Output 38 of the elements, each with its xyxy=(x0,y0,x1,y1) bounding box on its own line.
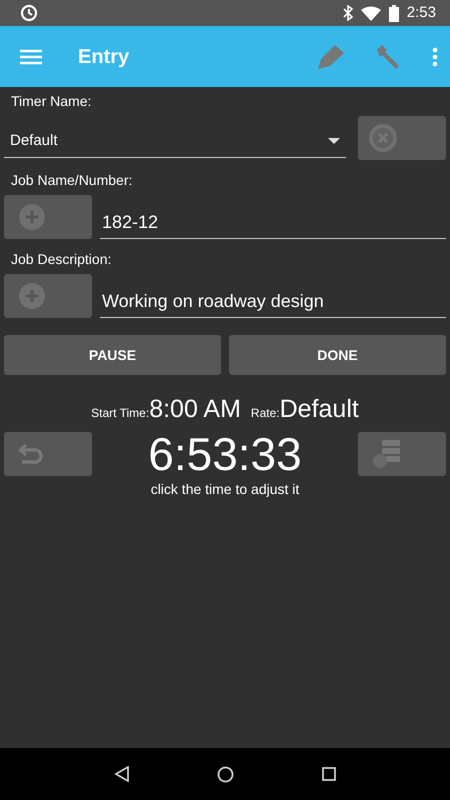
dropdown-arrow-icon xyxy=(328,138,340,144)
job-description-field[interactable]: Working on roadway design xyxy=(100,286,446,318)
undo-button[interactable] xyxy=(4,432,92,476)
job-name-field[interactable]: 182-12 xyxy=(100,207,446,239)
undo-icon xyxy=(18,442,44,465)
add-button[interactable] xyxy=(4,274,92,318)
wifi-icon xyxy=(360,6,381,20)
timer-name-dropdown[interactable]: Default xyxy=(4,124,346,158)
list-button[interactable] xyxy=(358,432,446,476)
field-label: Job Name/Number: xyxy=(10,171,134,190)
start-time-value[interactable]: 8:00 AM xyxy=(149,391,241,428)
rate-label: Rate: xyxy=(250,405,280,422)
rate-value[interactable]: Default xyxy=(280,391,359,428)
hint-text: click the time to adjust it xyxy=(150,480,300,500)
plus-icon xyxy=(18,282,46,310)
battery-icon xyxy=(388,4,399,22)
field-label: Timer Name: xyxy=(10,92,92,111)
bluetooth-icon xyxy=(342,5,353,21)
start-time-label: Start Time: xyxy=(91,405,150,422)
field-label: Job Description: xyxy=(10,250,112,269)
pencil-icon[interactable] xyxy=(317,44,345,70)
status-time: 2:53 xyxy=(406,2,436,23)
delete-icon xyxy=(368,123,398,153)
home-icon[interactable] xyxy=(217,766,234,782)
action-button[interactable]: DONE xyxy=(229,335,446,375)
plus-icon xyxy=(18,203,46,231)
back-icon[interactable] xyxy=(114,766,130,782)
recents-icon[interactable] xyxy=(322,767,336,781)
wrench-icon[interactable] xyxy=(375,44,402,70)
elapsed-time[interactable]: 6:53:33 xyxy=(148,428,302,480)
add-button[interactable] xyxy=(4,195,92,239)
delete-button[interactable] xyxy=(358,116,446,160)
action-button[interactable]: PAUSE xyxy=(4,335,221,375)
menu-icon[interactable] xyxy=(20,48,42,64)
screen-title: Entry xyxy=(78,44,130,70)
clock-icon xyxy=(20,4,38,22)
more-icon[interactable] xyxy=(432,46,438,66)
list-icon xyxy=(372,438,402,469)
